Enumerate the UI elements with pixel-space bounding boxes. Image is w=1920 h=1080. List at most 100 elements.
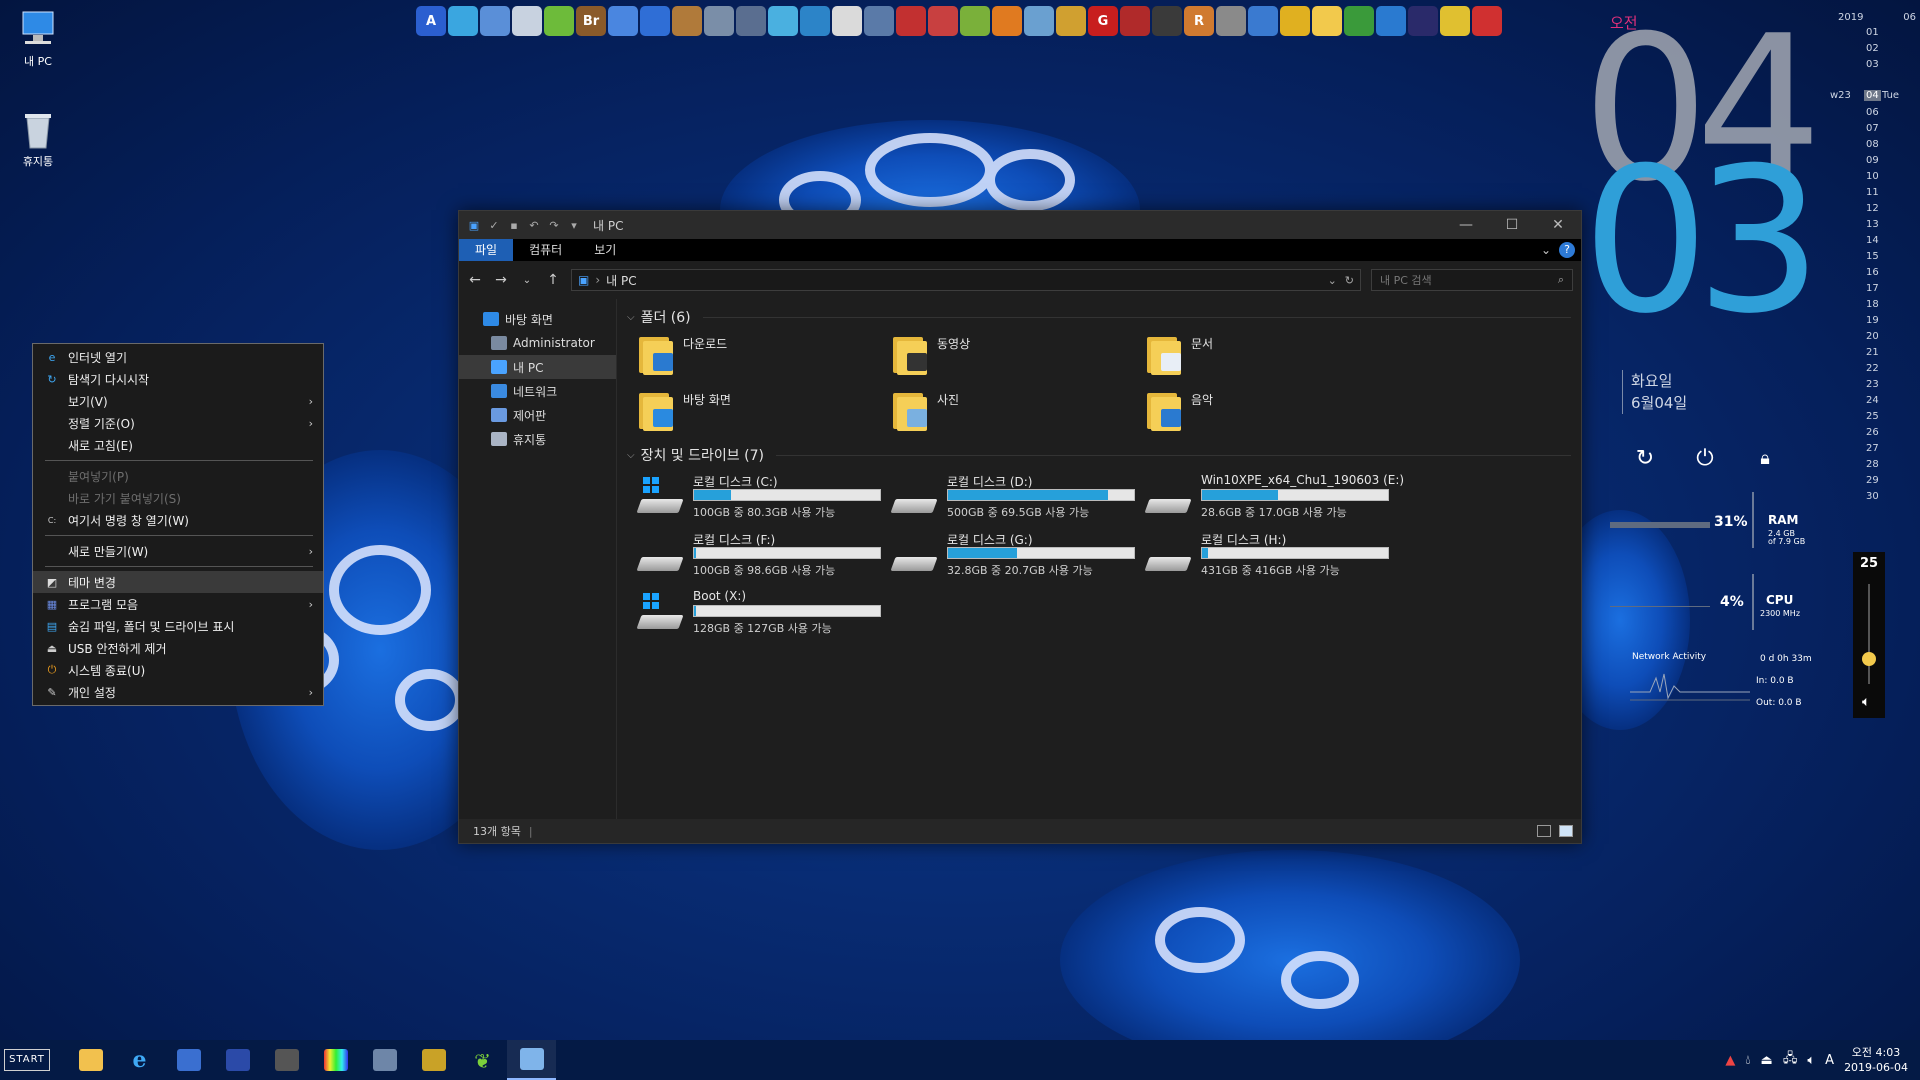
customize-quick-access-icon[interactable]: ▾: [567, 218, 581, 232]
taskbar-app-9[interactable]: ❦: [458, 1040, 507, 1080]
dock-app-icon[interactable]: [544, 6, 574, 36]
context-menu-item[interactable]: 보기(V) ›: [33, 390, 323, 412]
dock-app-icon[interactable]: [1312, 6, 1342, 36]
dock-app-icon[interactable]: [1280, 6, 1310, 36]
address-bar[interactable]: ▣ › 내 PC ⌄ ↻: [571, 269, 1361, 291]
dock-app-icon[interactable]: [608, 6, 638, 36]
dock-app-icon[interactable]: [1344, 6, 1374, 36]
dock-app-icon[interactable]: [960, 6, 990, 36]
taskbar-file-explorer[interactable]: [66, 1040, 115, 1080]
recent-locations-button[interactable]: ⌄: [519, 275, 535, 286]
dock-app-icon[interactable]: [448, 6, 478, 36]
context-menu-item[interactable]: ↻ 탐색기 다시시작: [33, 368, 323, 390]
expand-ribbon-icon[interactable]: ⌄: [1541, 243, 1551, 257]
context-menu-item[interactable]: 정렬 기준(O) ›: [33, 412, 323, 434]
tray-clock[interactable]: 오전 4:03 2019-06-04: [1844, 1045, 1908, 1075]
drive-item[interactable]: 로컬 디스크 (C:) 100GB 중 80.3GB 사용 가능: [636, 473, 893, 523]
dock-app-icon[interactable]: Br: [576, 6, 606, 36]
dock-app-icon[interactable]: [896, 6, 926, 36]
dock-app-icon[interactable]: [928, 6, 958, 36]
context-menu-item[interactable]: 새로 고침(E): [33, 434, 323, 456]
folder-item[interactable]: 문서: [1147, 335, 1401, 381]
dock-app-icon[interactable]: [1440, 6, 1470, 36]
speaker-icon[interactable]: 🔈︎: [1862, 694, 1870, 710]
context-menu-item[interactable]: 새로 만들기(W) ›: [33, 540, 323, 562]
dock-app-icon[interactable]: [704, 6, 734, 36]
context-menu-item[interactable]: ▤ 숨김 파일, 폴더 및 드라이브 표시: [33, 615, 323, 637]
folder-item[interactable]: 동영상: [893, 335, 1147, 381]
folders-group-header[interactable]: ⌵ 폴더 (6): [627, 305, 1571, 329]
taskbar-save-app[interactable]: [164, 1040, 213, 1080]
lock-icon[interactable]: 🔒︎: [1752, 446, 1778, 472]
tab-view[interactable]: 보기: [578, 239, 632, 261]
dock-app-icon[interactable]: [512, 6, 542, 36]
tab-computer[interactable]: 컴퓨터: [513, 239, 578, 261]
help-icon[interactable]: ?: [1559, 242, 1575, 258]
tab-file[interactable]: 파일: [459, 239, 514, 261]
usb-icon[interactable]: ⏏: [1761, 1053, 1773, 1068]
address-dropdown-icon[interactable]: ⌄: [1328, 274, 1337, 287]
folder-item[interactable]: 음악: [1147, 391, 1401, 437]
drive-item[interactable]: 로컬 디스크 (H:) 431GB 중 416GB 사용 가능: [1144, 531, 1401, 581]
network-icon[interactable]: 🖧︎: [1783, 1049, 1798, 1071]
context-menu-item[interactable]: ◩ 테마 변경: [33, 571, 323, 593]
dock-app-icon[interactable]: [800, 6, 830, 36]
taskbar-app-4[interactable]: [213, 1040, 262, 1080]
up-button[interactable]: ↑: [545, 272, 561, 288]
minimize-button[interactable]: —: [1443, 211, 1489, 239]
volume-slider-track[interactable]: [1868, 584, 1870, 684]
drive-item[interactable]: 로컬 디스크 (G:) 32.8GB 중 20.7GB 사용 가능: [890, 531, 1147, 581]
taskbar-app-6[interactable]: [311, 1040, 360, 1080]
new-folder-icon[interactable]: ▪: [507, 218, 521, 232]
ime-indicator[interactable]: A: [1825, 1053, 1834, 1068]
dock-app-icon[interactable]: [1248, 6, 1278, 36]
folder-item[interactable]: 바탕 화면: [639, 391, 893, 437]
context-menu-item[interactable]: C: 여기서 명령 창 열기(W): [33, 509, 323, 531]
volume-icon[interactable]: 🔈︎: [1807, 1053, 1815, 1068]
folder-item[interactable]: 다운로드: [639, 335, 893, 381]
close-button[interactable]: ✕: [1535, 211, 1581, 239]
nav-item[interactable]: 내 PC: [459, 355, 616, 379]
dock-app-icon[interactable]: [1024, 6, 1054, 36]
dock-app-icon[interactable]: A: [416, 6, 446, 36]
refresh-icon[interactable]: ↻: [1345, 274, 1354, 287]
maximize-button[interactable]: ☐: [1489, 211, 1535, 239]
desktop-icon-recycle-bin[interactable]: 휴지통: [0, 110, 76, 169]
dock-app-icon[interactable]: R: [1184, 6, 1214, 36]
undo-icon[interactable]: ↶: [527, 218, 541, 232]
nav-item[interactable]: 네트워크: [459, 379, 616, 403]
dock-app-icon[interactable]: [1056, 6, 1086, 36]
drive-item[interactable]: Boot (X:) 128GB 중 127GB 사용 가능: [636, 589, 893, 639]
drop-icon[interactable]: 💧︎: [1745, 1053, 1750, 1068]
context-menu-item[interactable]: ⏏ USB 안전하게 제거: [33, 637, 323, 659]
title-bar[interactable]: ▣ ✓ ▪ ↶ ↷ ▾ 내 PC — ☐ ✕: [459, 211, 1581, 239]
taskbar-app-5[interactable]: [262, 1040, 311, 1080]
dock-app-icon[interactable]: [992, 6, 1022, 36]
taskbar-app-8[interactable]: [409, 1040, 458, 1080]
start-button[interactable]: START: [4, 1049, 50, 1071]
dock-app-icon[interactable]: [864, 6, 894, 36]
restart-icon[interactable]: ↻: [1632, 446, 1658, 472]
nav-item[interactable]: 휴지통: [459, 427, 616, 451]
redo-icon[interactable]: ↷: [547, 218, 561, 232]
dock-app-icon[interactable]: [1120, 6, 1150, 36]
details-view-button[interactable]: [1537, 825, 1551, 837]
dock-app-icon[interactable]: [1376, 6, 1406, 36]
dock-app-icon[interactable]: [480, 6, 510, 36]
show-hidden-icons[interactable]: ▲: [1725, 1053, 1735, 1068]
context-menu-item[interactable]: ⏻ 시스템 종료(U): [33, 659, 323, 681]
taskbar-my-pc[interactable]: [507, 1040, 556, 1080]
drive-item[interactable]: 로컬 디스크 (F:) 100GB 중 98.6GB 사용 가능: [636, 531, 893, 581]
shutdown-icon[interactable]: ⏻: [1692, 446, 1718, 472]
taskbar-internet-explorer[interactable]: e: [115, 1040, 164, 1080]
dock-app-icon[interactable]: [736, 6, 766, 36]
desktop-icon-my-pc[interactable]: 내 PC: [0, 10, 76, 69]
large-icons-view-button[interactable]: [1559, 825, 1573, 837]
dock-app-icon[interactable]: [672, 6, 702, 36]
dock-app-icon[interactable]: [640, 6, 670, 36]
dock-app-icon[interactable]: [1152, 6, 1182, 36]
drive-item[interactable]: 로컬 디스크 (D:) 500GB 중 69.5GB 사용 가능: [890, 473, 1147, 523]
folder-item[interactable]: 사진: [893, 391, 1147, 437]
dock-app-icon[interactable]: [832, 6, 862, 36]
context-menu-item[interactable]: ✎ 개인 설정 ›: [33, 681, 323, 703]
